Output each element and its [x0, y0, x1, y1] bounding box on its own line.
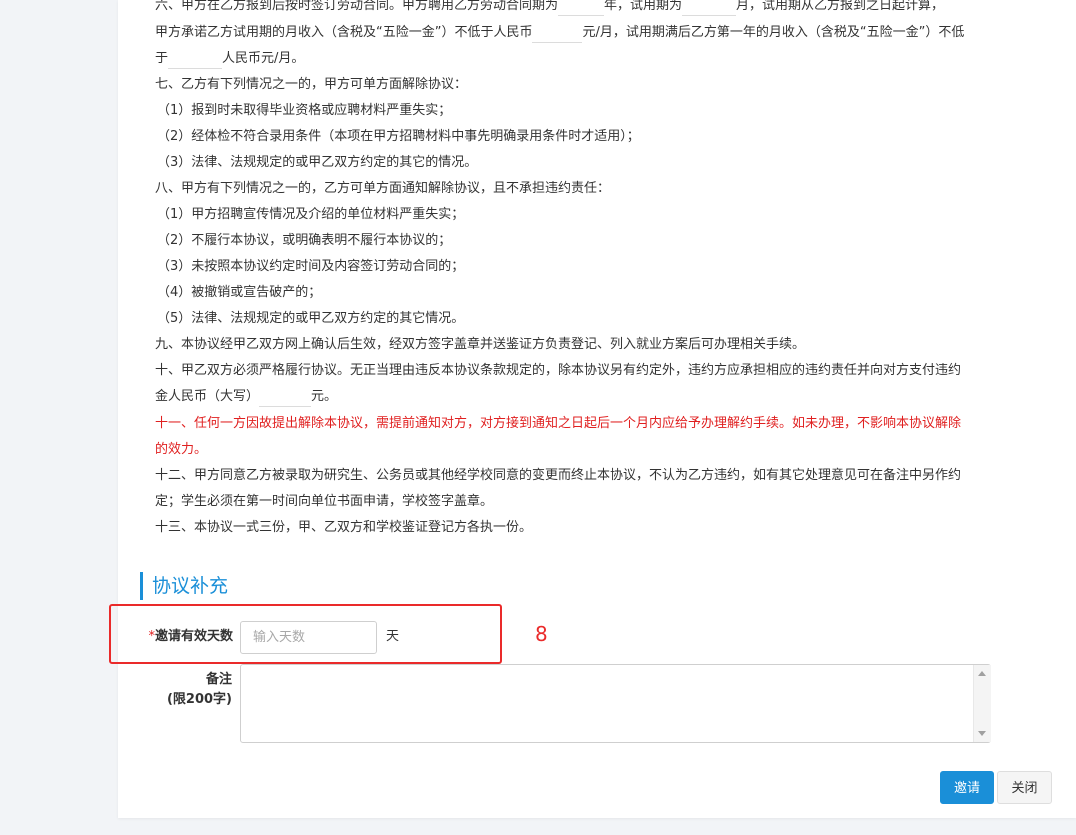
- clause-8-item: （5）法律、法规规定的或甲乙双方约定的其它情况。: [157, 311, 465, 326]
- probation-months-blank: [682, 0, 737, 16]
- clause-9: 九、本协议经甲乙双方网上确认后生效，经双方签字盖章并送鉴证方负责登记、列入就业方…: [155, 337, 806, 352]
- clause-6-line-2: 甲方承诺乙方试用期的月收入（含税及“五险一金”）不低于人民币 元/月，试用期满后乙…: [155, 23, 964, 43]
- clause-8-title: 八、甲方有下列情况之一的，乙方可单方面通知解除协议，且不承担违约责任：: [155, 181, 611, 196]
- clause-8-item: （4）被撤销或宣告破产的；: [157, 285, 322, 300]
- remarks-textarea[interactable]: [240, 664, 991, 743]
- close-button[interactable]: 关闭: [997, 771, 1052, 804]
- clause-7-item: （2）经体检不符合录用条件（本项在甲方招聘材料中事先明确录用条件时才适用）；: [157, 129, 640, 144]
- clause-7-title: 七、乙方有下列情况之一的，甲方可单方面解除协议：: [155, 77, 468, 92]
- clause-11-line-2: 的效力。: [155, 442, 208, 457]
- clause-6-line-3: 于人民币元/月。: [155, 49, 304, 69]
- section-title-supplement: 协议补充: [140, 572, 228, 600]
- clause-10-line-2: 金人民币（大写） 元。: [155, 387, 337, 407]
- clause-8-item: （2）不履行本协议，或明确表明不履行本协议的；: [157, 233, 452, 248]
- scroll-up-arrow-icon[interactable]: [978, 671, 986, 676]
- contract-years-blank: [558, 0, 605, 16]
- clause-13: 十三、本协议一式三份，甲、乙双方和学校鉴证登记方各执一份。: [155, 520, 533, 535]
- penalty-amount-blank: [259, 390, 312, 407]
- clause-7-item: （3）法律、法规规定的或甲乙双方约定的其它的情况。: [157, 155, 478, 170]
- clause-8-item: （1）甲方招聘宣传情况及介绍的单位材料严重失实；: [157, 207, 465, 222]
- clause-6-line-1: 六、甲方在乙方报到后按时签订劳动合同。甲方聘用乙方劳动合同期为 年，试用期为 月，试…: [155, 0, 944, 16]
- clause-12-line-2: 定；学生必须在第一时间向单位书面申请，学校签字盖章。: [155, 494, 494, 509]
- clause-10-line-1: 十、甲乙双方必须严格履行协议。无正当理由违反本协议条款规定的，除本协议另有约定外…: [155, 363, 962, 378]
- probation-income-blank: [532, 26, 583, 43]
- remarks-label: 备注 (限200字): [166, 672, 232, 707]
- clause-7-item: （1）报到时未取得毕业资格或应聘材料严重失实；: [157, 103, 452, 118]
- clause-11-line-1: 十一、任何一方因故提出解除本协议，需提前通知对方，对方接到通知之日起后一个月内应…: [155, 416, 962, 431]
- scroll-down-arrow-icon[interactable]: [978, 731, 986, 736]
- clause-12-line-1: 十二、甲方同意乙方被录取为研究生、公务员或其他经学校同意的变更而终止本协议，不认…: [155, 468, 962, 483]
- annotation-highlight-box: [109, 604, 502, 664]
- clause-8-item: （3）未按照本协议约定时间及内容签订劳动合同的；: [157, 259, 465, 274]
- annotation-number: 8: [535, 622, 548, 646]
- invite-button[interactable]: 邀请: [940, 771, 994, 804]
- remarks-scrollbar[interactable]: [973, 665, 991, 742]
- first-year-income-blank: [168, 52, 223, 69]
